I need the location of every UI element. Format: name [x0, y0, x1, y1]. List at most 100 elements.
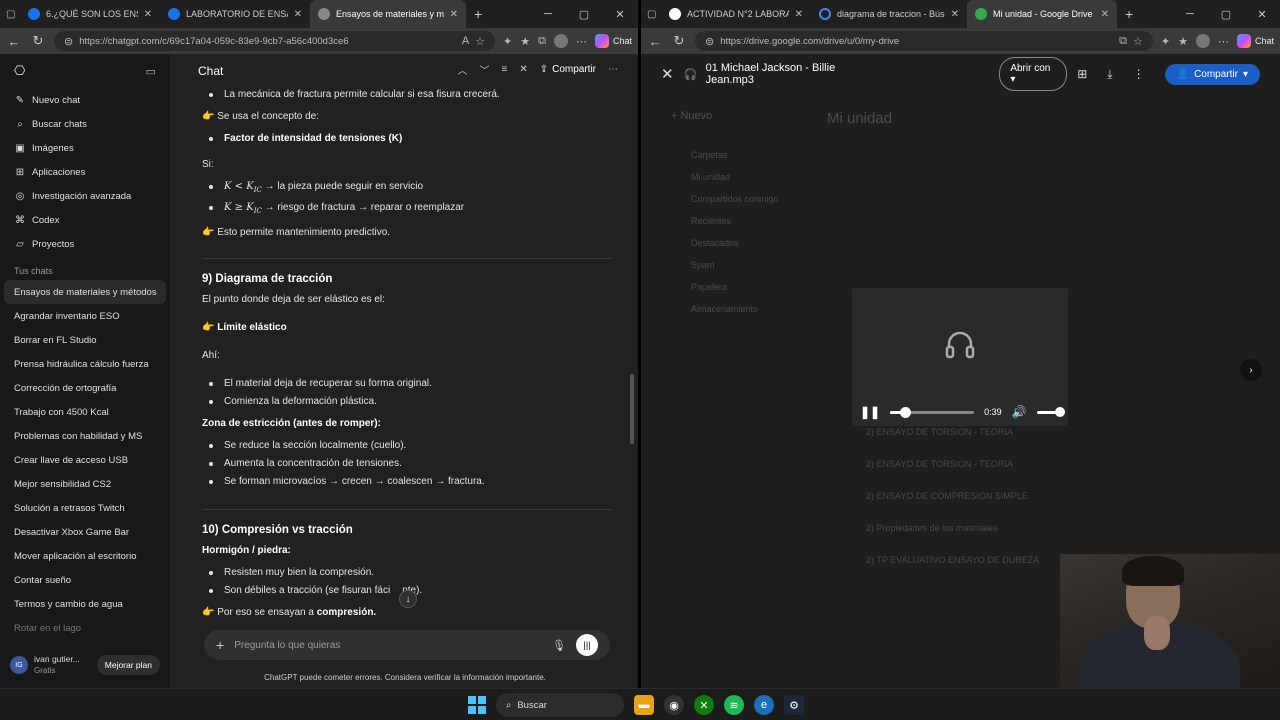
tab-menu-icon[interactable]: ▢: [6, 9, 20, 20]
chat-history-item[interactable]: Borrar en FL Studio: [0, 328, 170, 352]
back-icon[interactable]: ←: [647, 34, 663, 49]
chat-history-item[interactable]: Ensayos de materiales y métodos: [4, 280, 166, 304]
tab-chatgpt-ensayos[interactable]: Ensayos de materiales y métodos ✕: [310, 0, 466, 28]
more-menu-icon[interactable]: ⋯: [576, 35, 587, 48]
microphone-icon[interactable]: 🎙: [552, 639, 566, 652]
new-tab-icon[interactable]: +: [466, 6, 490, 22]
chat-history-item[interactable]: Solución a retrasos Twitch: [0, 496, 170, 520]
steam-icon[interactable]: ⚙: [784, 695, 804, 715]
minimize-icon[interactable]: ─: [530, 8, 566, 20]
profile-avatar-icon[interactable]: [553, 34, 568, 48]
sidebar-item-image[interactable]: ▣ Imágenes: [0, 136, 170, 160]
close-tab-icon[interactable]: ✕: [1101, 9, 1109, 20]
maximize-icon[interactable]: ▢: [566, 8, 602, 21]
volume-icon[interactable]: 🔊: [1012, 405, 1027, 419]
reload-icon[interactable]: ↻: [671, 33, 687, 49]
find-icon[interactable]: ≡: [501, 64, 507, 75]
chevron-down-icon[interactable]: ﹀: [479, 62, 489, 77]
scroll-down-button[interactable]: ↓: [399, 590, 417, 608]
share-button[interactable]: ⇪ Compartir: [540, 64, 596, 75]
close-window-icon[interactable]: ✕: [1244, 8, 1280, 21]
extensions-icon[interactable]: ✦: [503, 35, 512, 48]
more-menu-icon[interactable]: ⋯: [1218, 35, 1229, 48]
sidebar-toggle-icon[interactable]: ▭: [146, 65, 156, 78]
next-file-button[interactable]: ›: [1240, 359, 1262, 381]
taskbar-search[interactable]: ⌕ Buscar: [496, 693, 624, 717]
translate-icon[interactable]: A: [462, 35, 469, 47]
pause-icon[interactable]: ❚❚: [860, 405, 880, 419]
sidebar-item-folder[interactable]: ▱ Proyectos: [0, 232, 170, 256]
more-options-icon[interactable]: ⋯: [608, 64, 618, 75]
tab-busqueda[interactable]: diagrama de traccion - Búsqueda ✕: [811, 0, 967, 28]
seek-bar[interactable]: [890, 406, 975, 418]
user-menu[interactable]: IG ivan gutier... Gratis Mejorar plan: [0, 642, 170, 688]
close-tab-icon[interactable]: ✕: [294, 9, 302, 20]
maximize-icon[interactable]: ▢: [1208, 8, 1244, 21]
chat-history-item[interactable]: Termos y cambio de agua: [0, 592, 170, 616]
add-comment-icon[interactable]: ⊞: [1077, 67, 1087, 81]
chat-history-item[interactable]: Problemas con habilidad y MS: [0, 424, 170, 448]
tab-drive[interactable]: Mi unidad - Google Drive ✕: [967, 0, 1117, 28]
chat-history-item[interactable]: Rotar en el lago: [0, 616, 170, 640]
sidebar-item-research[interactable]: ◎ Investigación avanzada: [0, 184, 170, 208]
chat-history-item[interactable]: Mover aplicación al escritorio: [0, 544, 170, 568]
windows-start-icon[interactable]: [468, 696, 486, 714]
chat-history-item[interactable]: Trabajo con 4500 Kcal: [0, 400, 170, 424]
url-field[interactable]: ⊜ https://drive.google.com/drive/u/0/my-…: [695, 31, 1153, 51]
chat-history-item[interactable]: Corrección de ortografía: [0, 376, 170, 400]
close-tab-icon[interactable]: ✕: [795, 9, 803, 20]
file-explorer-icon[interactable]: ▬: [634, 695, 654, 715]
favorite-star-icon[interactable]: ☆: [1133, 35, 1143, 48]
sidebar-item-search[interactable]: ⌕ Buscar chats: [0, 112, 170, 136]
add-attachment-icon[interactable]: +: [216, 637, 224, 653]
volume-slider[interactable]: [1036, 406, 1065, 417]
close-tab-icon[interactable]: ✕: [450, 9, 458, 20]
copilot-button[interactable]: Chat: [594, 34, 632, 48]
copilot-button[interactable]: Chat: [1236, 34, 1274, 48]
chat-history-item[interactable]: Agrandar inventario ESO: [0, 304, 170, 328]
favorites-icon[interactable]: ★: [1178, 35, 1188, 48]
url-field[interactable]: ⊜ https://chatgpt.com/c/69c17a04-059c-83…: [54, 31, 496, 51]
close-preview-icon[interactable]: ✕: [661, 65, 674, 83]
chat-history-item[interactable]: Prensa hidráulica cálculo fuerza: [0, 352, 170, 376]
tab-ensayos-nd[interactable]: 6.¿QUÉ SON LOS ENSAYOS NO D ✕: [20, 0, 160, 28]
new-tab-icon[interactable]: +: [1117, 6, 1141, 22]
close-window-icon[interactable]: ✕: [602, 8, 638, 21]
close-tab-icon[interactable]: ✕: [144, 9, 152, 20]
tab-actividad[interactable]: ACTIVIDAD N°2 LABORATORIO D ✕: [661, 0, 811, 28]
chat-history-item[interactable]: Crear llave de acceso USB: [0, 448, 170, 472]
open-with-button[interactable]: Abrir con ▾: [999, 57, 1068, 91]
openai-logo-icon[interactable]: ⎔: [14, 63, 25, 79]
voice-mode-button[interactable]: |||: [576, 634, 598, 656]
chat-history-item[interactable]: Contar sueño: [0, 568, 170, 592]
reload-icon[interactable]: ↻: [30, 33, 46, 49]
chevron-up-icon[interactable]: ︿: [457, 62, 467, 77]
download-icon[interactable]: ⤓: [1107, 67, 1112, 82]
tab-menu-icon[interactable]: ▢: [647, 9, 661, 20]
model-selector[interactable]: Chat: [198, 64, 223, 78]
more-actions-icon[interactable]: ⋮: [1133, 67, 1145, 81]
collections-icon[interactable]: ⧉: [538, 35, 546, 48]
tab-laboratorio[interactable]: LABORATORIO DE ENSAYOS INDU ✕: [160, 0, 310, 28]
edge-icon[interactable]: e: [754, 695, 774, 715]
volume-handle[interactable]: [1055, 406, 1065, 417]
chrome-icon[interactable]: ◉: [664, 695, 684, 715]
xbox-icon[interactable]: ✕: [694, 695, 714, 715]
back-icon[interactable]: ←: [6, 34, 22, 49]
sidebar-item-apps[interactable]: ⊞ Aplicaciones: [0, 160, 170, 184]
profile-avatar-icon[interactable]: [1195, 34, 1210, 48]
chat-history-item[interactable]: Mejor sensibilidad CS2: [0, 472, 170, 496]
chat-history-item[interactable]: Desactivar Xbox Game Bar: [0, 520, 170, 544]
minimize-icon[interactable]: ─: [1172, 8, 1208, 20]
upgrade-plan-button[interactable]: Mejorar plan: [96, 655, 160, 675]
scrollbar[interactable]: [630, 374, 634, 444]
sidebar-item-codex[interactable]: ⌘ Codex: [0, 208, 170, 232]
site-info-icon[interactable]: ⊜: [64, 35, 73, 48]
share-button[interactable]: 👤 Compartir ▾: [1164, 63, 1260, 85]
seek-handle[interactable]: [900, 406, 912, 418]
extensions-icon[interactable]: ✦: [1161, 35, 1170, 48]
prompt-input[interactable]: Pregunta lo que quieras: [234, 640, 542, 651]
close-icon[interactable]: ✕: [519, 64, 527, 75]
sidebar-item-compose[interactable]: ✎ Nuevo chat: [0, 88, 170, 112]
site-info-icon[interactable]: ⊜: [705, 35, 714, 48]
